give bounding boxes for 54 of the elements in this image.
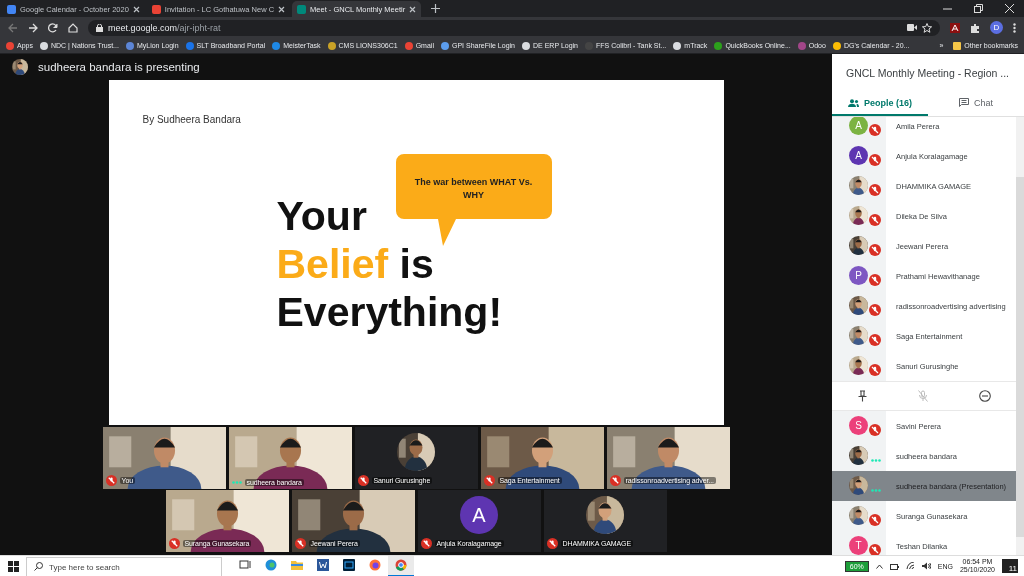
close-icon[interactable] [1005, 4, 1014, 13]
slide-headline: Belief is [276, 240, 434, 288]
chat-icon [959, 98, 969, 107]
avatar: T [849, 536, 868, 555]
folder-icon [953, 41, 962, 50]
url-text: meet.google.com/ajr-ipht-rat [108, 22, 221, 33]
avatar: A [460, 496, 498, 534]
chevron-up-icon[interactable] [875, 563, 883, 569]
camera-icon[interactable] [907, 24, 917, 31]
avatar: A [849, 146, 868, 165]
menu-icon[interactable] [1013, 22, 1016, 33]
presenting-label: sudheera bandara is presenting [38, 61, 200, 73]
taskbar-search-field[interactable]: Type here to search [26, 556, 222, 576]
forward-icon[interactable] [28, 22, 38, 33]
slide-byline: By Sudheera Bandara [142, 114, 242, 125]
close-icon[interactable] [132, 5, 140, 13]
firefox-icon [369, 559, 381, 571]
panel-tab[interactable]: Chat [928, 91, 1024, 116]
avatar: A [849, 117, 868, 135]
puzzle-icon[interactable] [970, 22, 980, 33]
avatar: S [849, 416, 868, 435]
meeting-title: GNCL Monthly Meeting - Region ... [846, 66, 1009, 79]
scrollbar-thumb[interactable] [1016, 177, 1024, 537]
home-icon[interactable] [68, 22, 78, 33]
pdf-icon[interactable] [950, 22, 960, 33]
notification-badge[interactable]: 11 [1002, 559, 1018, 573]
bubble-text: The war between WHAT Vs. WHY [413, 176, 534, 202]
photoshop-icon [343, 559, 355, 571]
word-icon [317, 559, 329, 571]
chrome-icon [395, 559, 407, 571]
task-view-icon [239, 559, 251, 571]
lock-icon [96, 23, 103, 32]
avatar: P [849, 266, 868, 285]
star-icon[interactable] [922, 22, 932, 33]
back-icon[interactable] [8, 22, 18, 33]
search-icon [34, 561, 43, 571]
reload-icon[interactable] [48, 22, 58, 33]
pin-icon[interactable] [857, 390, 867, 402]
wifi-icon[interactable] [905, 562, 915, 570]
edge-browser-icon [265, 559, 277, 571]
people-icon [848, 98, 859, 107]
close-icon[interactable] [409, 5, 417, 13]
windows-start-icon[interactable] [7, 560, 19, 572]
close-icon[interactable] [278, 5, 286, 13]
restore-icon[interactable] [974, 4, 983, 13]
volume-icon[interactable] [921, 562, 931, 570]
slide-headline: Your [276, 192, 367, 240]
slide-headline: Everything! [276, 288, 503, 336]
folder-icon [291, 559, 303, 571]
new-tab-icon[interactable] [431, 4, 441, 13]
remove-icon[interactable] [978, 390, 991, 402]
profile-avatar[interactable]: D [990, 21, 1003, 34]
address-field[interactable]: meet.google.com/ajr-ipht-rat [88, 19, 940, 36]
battery-icon[interactable] [889, 562, 899, 570]
